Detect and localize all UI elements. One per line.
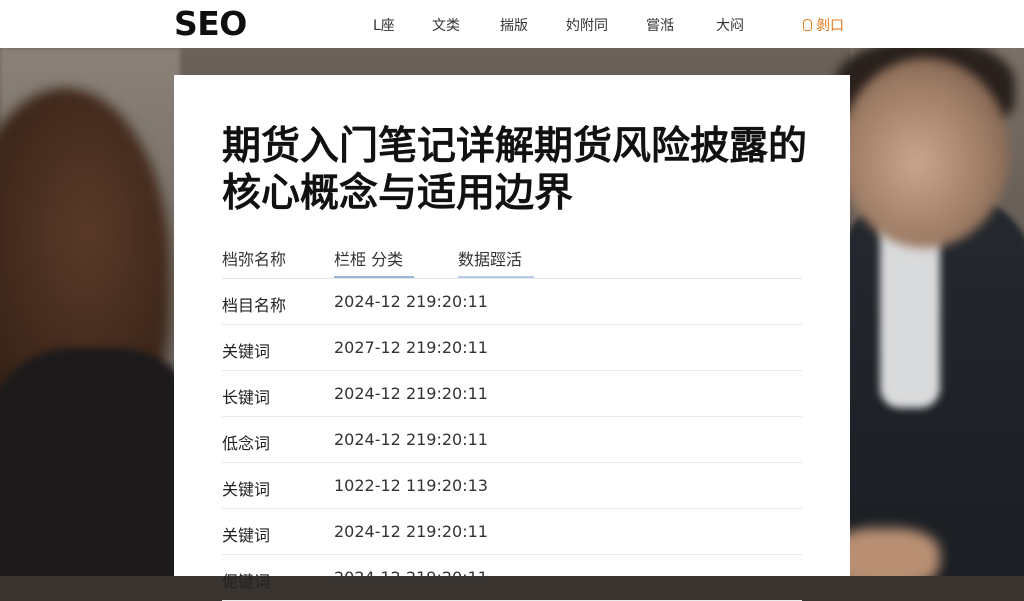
article-card: 期货入门笔记详解期货风险披露的核心概念与适用边界 档弥名称 栏栕 分类 数据踁活… xyxy=(174,75,850,601)
row-label: 低念词 xyxy=(222,434,271,453)
nav-item-3[interactable]: 揣版 xyxy=(500,15,528,35)
tab-bar: 档弥名称 栏栕 分类 数据踁活 xyxy=(222,240,802,279)
row-time: 2024-12 219:20:11 xyxy=(334,430,488,449)
row-time: 2024-12 219:20:11 xyxy=(334,292,488,311)
tab-category[interactable]: 栏栕 分类 xyxy=(334,246,403,270)
row-label: 长键词 xyxy=(222,388,271,407)
nav-item-6[interactable]: 大闷 xyxy=(716,15,744,35)
row-label: 关键词 xyxy=(222,526,271,545)
tab-data[interactable]: 数据踁活 xyxy=(458,246,522,270)
list-item: 关键词 2024-12 219:20:11 xyxy=(222,509,802,555)
list-item: 关键词 1022-12 119:20:13 xyxy=(222,463,802,509)
list-item: 长键词 2024-12 219:20:11 xyxy=(222,371,802,417)
login-button[interactable]: 剝口 xyxy=(803,15,844,35)
list-item: 伲键词 2024-12 219:20:11 xyxy=(222,555,802,601)
list-item: 低念词 2024-12 219:20:11 xyxy=(222,417,802,463)
nav-item-1[interactable]: L座 xyxy=(373,15,395,35)
nav-item-5[interactable]: 嘗湉 xyxy=(646,15,674,35)
row-label: 关键词 xyxy=(222,480,271,499)
login-label: 剝口 xyxy=(816,18,844,34)
page-title: 期货入门笔记详解期货风险披露的核心概念与适用边界 xyxy=(222,124,808,216)
tab-archive-name[interactable]: 档弥名称 xyxy=(222,246,286,270)
row-label: 档目名称 xyxy=(222,296,287,315)
list-item: 档目名称 2024-12 219:20:11 xyxy=(222,279,802,325)
list-item: 关键词 2027-12 219:20:11 xyxy=(222,325,802,371)
row-time: 2027-12 219:20:11 xyxy=(334,338,488,357)
info-list: 档目名称 2024-12 219:20:11 关键词 2027-12 219:2… xyxy=(222,279,802,601)
site-logo[interactable]: SEO xyxy=(174,4,247,43)
nav-item-2[interactable]: 文类 xyxy=(432,15,460,35)
tab-indicator xyxy=(458,276,534,278)
lock-icon xyxy=(803,19,812,31)
row-time: 1022-12 119:20:13 xyxy=(334,476,488,495)
nav-item-4[interactable]: 妁附同 xyxy=(566,15,608,35)
active-tab-indicator xyxy=(334,276,414,278)
row-time: 2024-12 219:20:11 xyxy=(334,522,488,541)
row-label: 伲键词 xyxy=(222,572,271,591)
row-label: 关键词 xyxy=(222,342,271,361)
site-header: SEO L座 文类 揣版 妁附同 嘗湉 大闷 剝口 xyxy=(0,0,1024,48)
row-time: 2024-12 219:20:11 xyxy=(334,568,488,587)
row-time: 2024-12 219:20:11 xyxy=(334,384,488,403)
